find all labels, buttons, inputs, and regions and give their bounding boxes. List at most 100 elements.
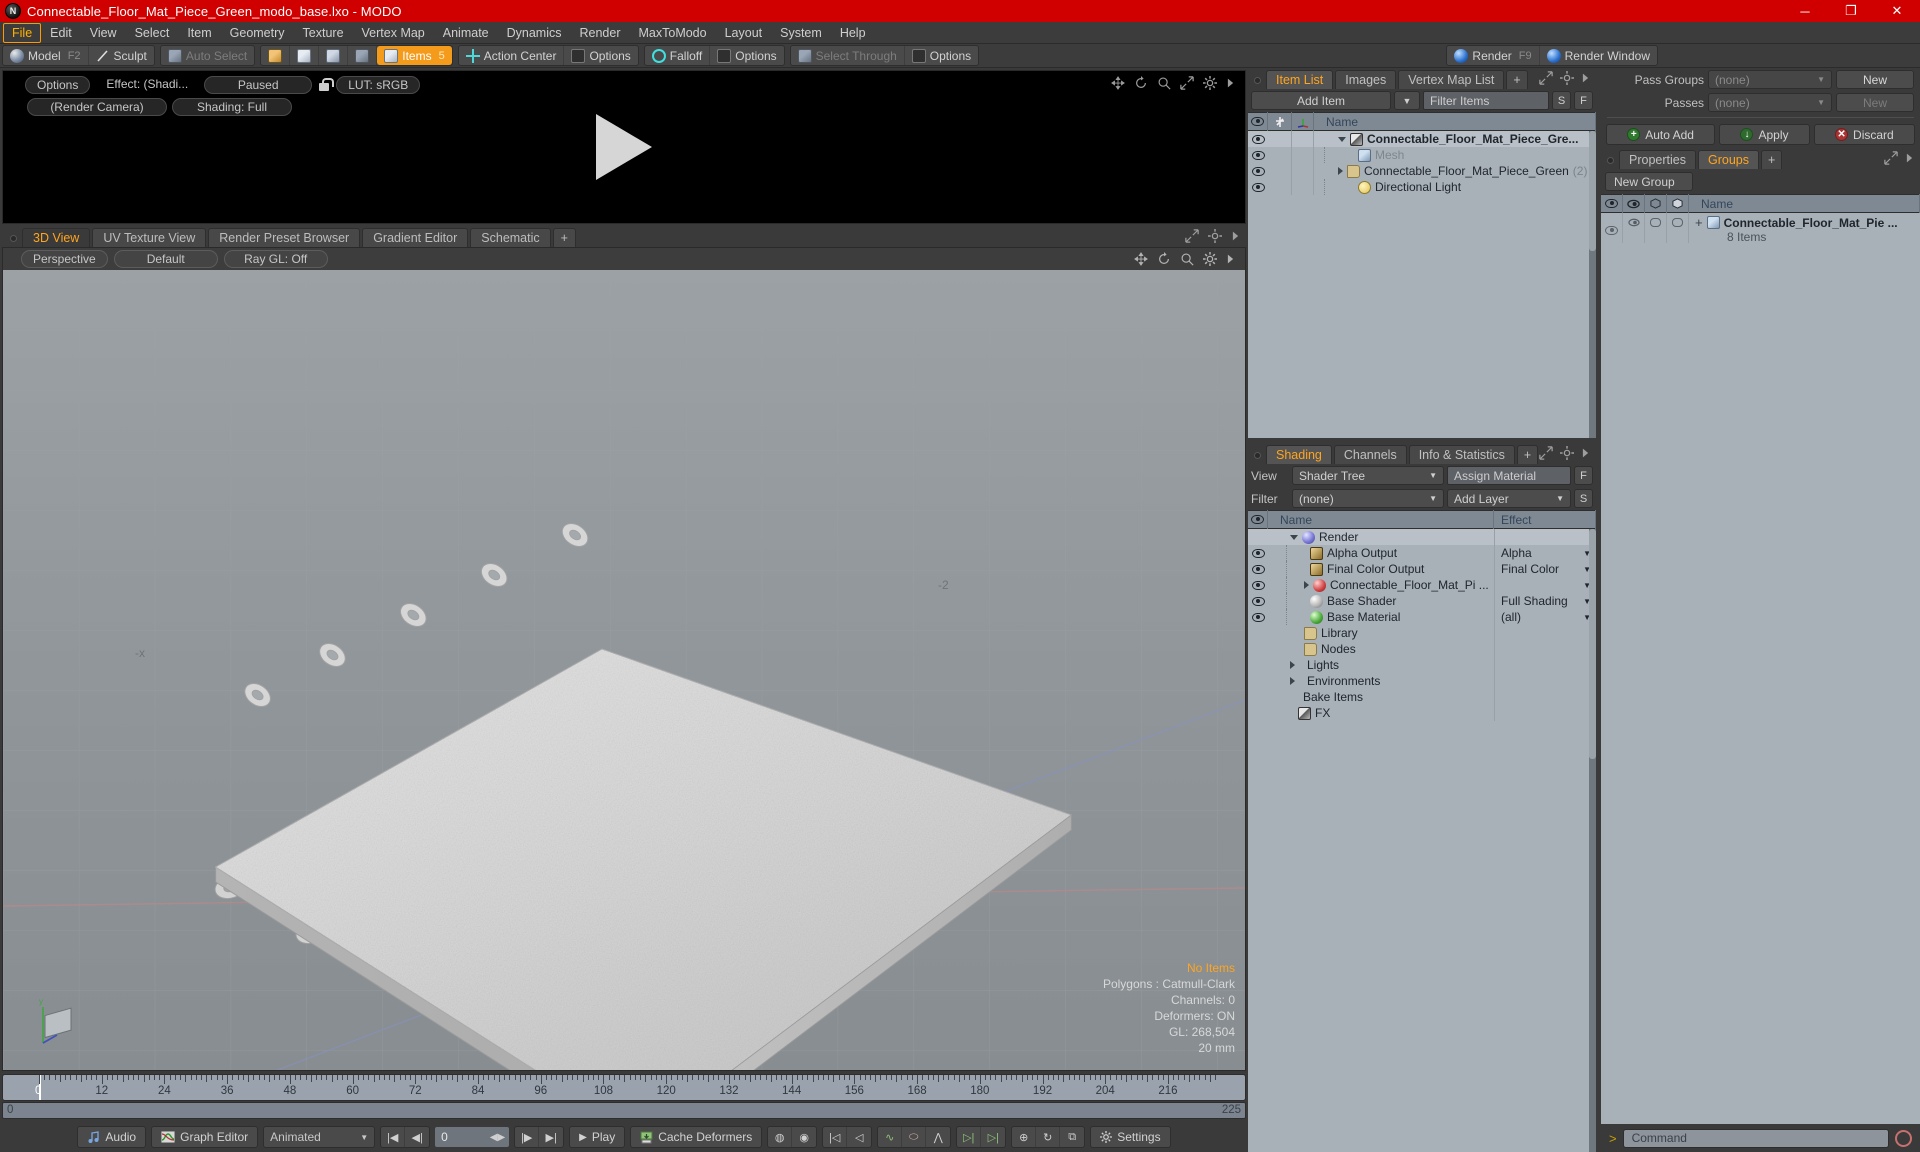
action-center-options-button[interactable]: Options — [564, 46, 637, 65]
table-row[interactable]: Connectable_Floor_Mat_Piece_Gre... — [1248, 131, 1596, 147]
tab-render-preset-browser[interactable]: Render Preset Browser — [208, 228, 361, 247]
graph-editor-button[interactable]: Graph Editor — [151, 1126, 259, 1148]
menu-render[interactable]: Render — [571, 23, 630, 43]
menu-dynamics[interactable]: Dynamics — [498, 23, 571, 43]
menu-maxtomodo[interactable]: MaxToModo — [630, 23, 716, 43]
command-input[interactable]: Command — [1622, 1128, 1889, 1148]
zoom-icon[interactable] — [1180, 252, 1194, 266]
row-visibility-eye-icon[interactable] — [1248, 134, 1268, 144]
row-name[interactable]: Alpha Output — [1268, 545, 1494, 561]
render-window-button[interactable]: Render Window — [1540, 46, 1657, 65]
add-item-dropdown[interactable]: ▼ — [1394, 91, 1420, 110]
table-row[interactable]: Connectable_Floor_Mat_Piece_Green (2) — [1248, 163, 1596, 179]
row-name[interactable]: Mesh — [1314, 147, 1596, 163]
select-through-options-button[interactable]: Options — [905, 46, 978, 65]
items-mode-button[interactable]: Items 5 — [377, 46, 452, 65]
tab-properties[interactable]: Properties — [1619, 150, 1696, 169]
render-button[interactable]: Render F9 — [1447, 46, 1540, 65]
preview-camera-button[interactable]: (Render Camera) — [27, 98, 167, 116]
key-slope-icon[interactable]: ⋀ — [926, 1127, 950, 1147]
fit-icon[interactable] — [1539, 71, 1553, 85]
key-first-icon[interactable]: |◁ — [823, 1127, 848, 1147]
menu-item[interactable]: Item — [178, 23, 220, 43]
col-wire-cube-icon[interactable] — [1645, 194, 1667, 213]
play-button[interactable]: ▶ Play — [569, 1126, 626, 1148]
table-row[interactable]: Connectable_Floor_Mat_Pi ... ▼ — [1248, 577, 1596, 593]
key-prev-icon[interactable]: ◁ — [847, 1127, 871, 1147]
row-name[interactable]: + Connectable_Floor_Mat_Pie ... 8 Items — [1689, 213, 1920, 244]
tab-shading[interactable]: Shading — [1266, 445, 1332, 464]
row-effect[interactable]: (all) ▼ — [1494, 609, 1596, 625]
menu-edit[interactable]: Edit — [41, 23, 81, 43]
fit-icon[interactable] — [1884, 151, 1898, 165]
timeline-range-bar[interactable]: 0 225 — [2, 1102, 1246, 1119]
expander-right-icon[interactable] — [1290, 661, 1295, 669]
cache-deformers-button[interactable]: Cache Deformers — [630, 1126, 763, 1148]
gear-icon[interactable] — [1203, 252, 1217, 266]
material-mode-button[interactable] — [348, 46, 378, 65]
row-effect[interactable] — [1494, 625, 1596, 641]
rotate-icon[interactable] — [1134, 76, 1148, 90]
close-button[interactable]: ✕ — [1874, 0, 1920, 22]
groups-list-body[interactable]: + Connectable_Floor_Mat_Pie ... 8 Items — [1601, 213, 1920, 1124]
add-item-button[interactable]: Add Item — [1251, 91, 1391, 110]
row-effect[interactable]: Full Shading ▼ — [1494, 593, 1596, 609]
chevron-right-icon[interactable] — [1581, 446, 1590, 460]
shader-tree-body[interactable]: Render Alpha Output Alpha ▼ Final Color … — [1248, 529, 1596, 1152]
tab-add-button[interactable]: + — [1760, 150, 1783, 169]
falloff-button[interactable]: Falloff — [645, 46, 711, 65]
edge-mode-button[interactable] — [290, 46, 320, 65]
audio-button[interactable]: Audio — [77, 1126, 147, 1148]
table-row[interactable]: Base Material (all) ▼ — [1248, 609, 1596, 625]
row-effect[interactable] — [1494, 705, 1596, 721]
panel-handle-icon[interactable] — [1254, 77, 1261, 84]
table-row[interactable]: Environments — [1248, 673, 1596, 689]
preview-effect-label[interactable]: Effect: (Shadi... — [95, 76, 199, 94]
row-visibility-eye-icon[interactable] — [1248, 548, 1268, 558]
move-icon[interactable] — [1111, 76, 1125, 90]
menu-layout[interactable]: Layout — [716, 23, 772, 43]
key-curve-icon[interactable]: ∿ — [878, 1127, 903, 1147]
render-preview-pane[interactable]: Options Effect: (Shadi... Paused LUT: sR… — [2, 70, 1246, 224]
row-visibility-eye-icon[interactable] — [1248, 150, 1268, 160]
row-name[interactable]: Connectable_Floor_Mat_Pi ... — [1268, 577, 1494, 593]
lock-icon[interactable] — [317, 78, 335, 92]
passes-select[interactable]: (none) ▼ — [1708, 93, 1832, 112]
add-layer-select[interactable]: Add Layer ▼ — [1447, 489, 1571, 508]
row-wire-toggle[interactable] — [1645, 213, 1667, 243]
tab-images[interactable]: Images — [1335, 70, 1397, 89]
shader-tree-scrollbar[interactable] — [1589, 529, 1596, 1152]
select-through-button[interactable]: Select Through — [791, 46, 905, 65]
row-lock-cell[interactable] — [1268, 163, 1292, 179]
key-last-icon[interactable]: ▷| — [981, 1127, 1005, 1147]
new-group-button[interactable]: New Group — [1605, 172, 1693, 191]
minimize-button[interactable]: ─ — [1782, 0, 1828, 22]
expander-down-icon[interactable] — [1290, 534, 1298, 540]
key-cycle-icon[interactable]: ↻ — [1036, 1127, 1061, 1147]
fit-icon[interactable] — [1185, 229, 1199, 243]
table-row[interactable]: Mesh — [1248, 147, 1596, 163]
discard-button[interactable]: ✕ Discard — [1813, 124, 1915, 145]
menu-file[interactable]: File — [3, 22, 42, 43]
falloff-options-button[interactable]: Options — [710, 46, 783, 65]
col-visibility-eye-icon[interactable] — [1248, 112, 1268, 131]
key-copy-icon[interactable]: ⧉ — [1060, 1127, 1084, 1147]
shader-filter-select[interactable]: (none) ▼ — [1292, 489, 1444, 508]
key-add-icon[interactable]: ⊕ — [1012, 1127, 1037, 1147]
tab-info-statistics[interactable]: Info & Statistics — [1408, 445, 1515, 464]
tab-schematic[interactable]: Schematic — [470, 228, 551, 247]
col-render-eye-icon[interactable] — [1623, 194, 1645, 213]
rotate-icon[interactable] — [1157, 252, 1171, 266]
chevron-right-icon[interactable] — [1226, 76, 1235, 90]
row-axis-cell[interactable] — [1292, 147, 1314, 163]
table-row[interactable]: Directional Light — [1248, 179, 1596, 195]
current-frame-field[interactable]: 0 ◀▶ — [435, 1127, 510, 1147]
row-name[interactable]: Lights — [1268, 658, 1494, 672]
panel-handle-icon[interactable] — [10, 235, 17, 242]
menu-animate[interactable]: Animate — [434, 23, 498, 43]
row-effect[interactable] — [1494, 641, 1596, 657]
prev-frame-button[interactable]: ◀| — [405, 1127, 429, 1147]
tab-add-button[interactable]: + — [1516, 445, 1539, 464]
tab-vertex-map-list[interactable]: Vertex Map List — [1398, 70, 1505, 89]
preview-options-button[interactable]: Options — [25, 76, 91, 94]
